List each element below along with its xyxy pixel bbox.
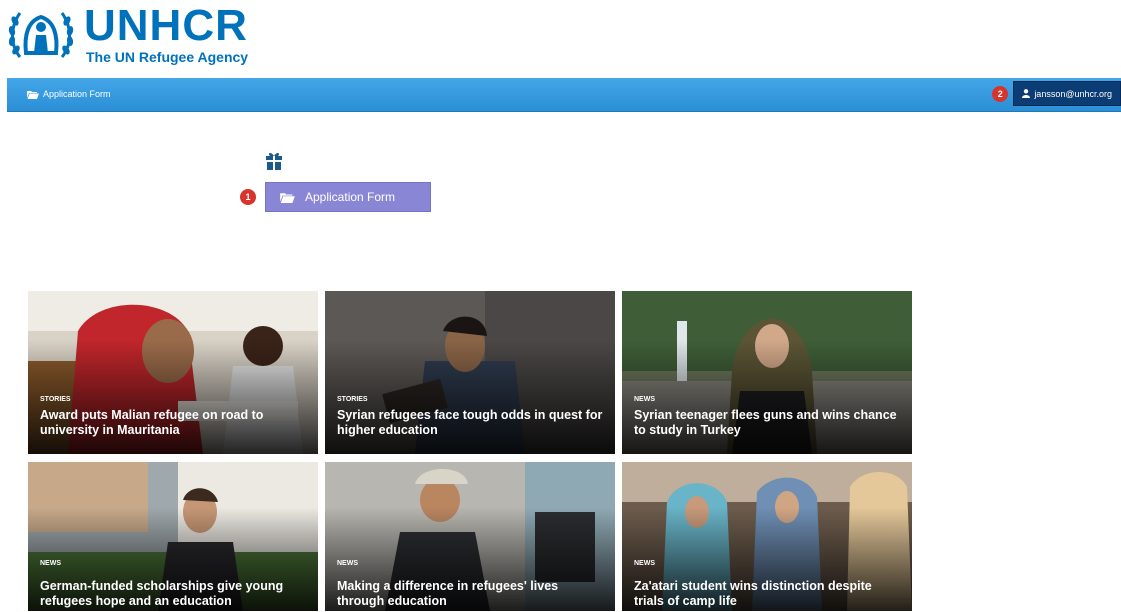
- card-tag: STORIES: [337, 396, 368, 403]
- card-title: Za'atari student wins distinction despit…: [634, 579, 872, 608]
- logo-text: UNHCR The UN Refugee Agency: [84, 1, 249, 65]
- application-form-button[interactable]: Application Form: [265, 182, 431, 212]
- user-badge: 2: [992, 85, 1009, 102]
- nav-application-form-label: Application Form: [43, 89, 111, 99]
- gift-icon[interactable]: [264, 151, 284, 171]
- folder-open-icon: [27, 90, 39, 99]
- news-card[interactable]: STORIES Award puts Malian refugee on roa…: [28, 291, 318, 454]
- card-title: German-funded scholarships give young re…: [40, 579, 284, 608]
- news-grid-row-2: NEWS German-funded scholarships give you…: [28, 462, 912, 611]
- card-tag: NEWS: [634, 396, 655, 403]
- news-card[interactable]: NEWS Syrian teenager flees guns and wins…: [622, 291, 912, 454]
- user-account-button[interactable]: jansson@unhcr.org: [1013, 81, 1121, 106]
- card-title: Award puts Malian refugee on road to uni…: [40, 408, 264, 437]
- news-card[interactable]: NEWS Making a difference in refugees' li…: [325, 462, 615, 611]
- unhcr-emblem-icon: [8, 12, 74, 58]
- news-card[interactable]: NEWS German-funded scholarships give you…: [28, 462, 318, 611]
- card-tag: NEWS: [337, 560, 358, 567]
- top-navbar: Application Form 2 jansson@unhcr.org: [7, 78, 1121, 112]
- application-badge: 1: [240, 189, 256, 205]
- nav-application-form-link[interactable]: Application Form: [27, 89, 111, 99]
- card-tag: STORIES: [40, 396, 71, 403]
- card-title: Making a difference in refugees' lives t…: [337, 579, 559, 608]
- folder-open-icon: [280, 192, 295, 203]
- news-grid: STORIES Award puts Malian refugee on roa…: [28, 291, 912, 454]
- card-tag: NEWS: [40, 560, 61, 567]
- card-title: Syrian refugees face tough odds in quest…: [337, 408, 603, 437]
- card-title: Syrian teenager flees guns and wins chan…: [634, 408, 897, 437]
- news-card[interactable]: STORIES Syrian refugees face tough odds …: [325, 291, 615, 454]
- news-card[interactable]: NEWS Za'atari student wins distinction d…: [622, 462, 912, 611]
- user-icon: [1022, 89, 1031, 98]
- logo-subtitle: The UN Refugee Agency: [86, 49, 249, 65]
- user-email: jansson@unhcr.org: [1034, 88, 1112, 99]
- page: UNHCR The UN Refugee Agency Application …: [0, 0, 1121, 612]
- logo-title: UNHCR: [84, 1, 248, 50]
- unhcr-logo[interactable]: UNHCR The UN Refugee Agency: [6, 4, 248, 64]
- card-tag: NEWS: [634, 560, 655, 567]
- application-form-label: Application Form: [305, 190, 396, 204]
- nav-user-area: 2 jansson@unhcr.org: [992, 81, 1121, 106]
